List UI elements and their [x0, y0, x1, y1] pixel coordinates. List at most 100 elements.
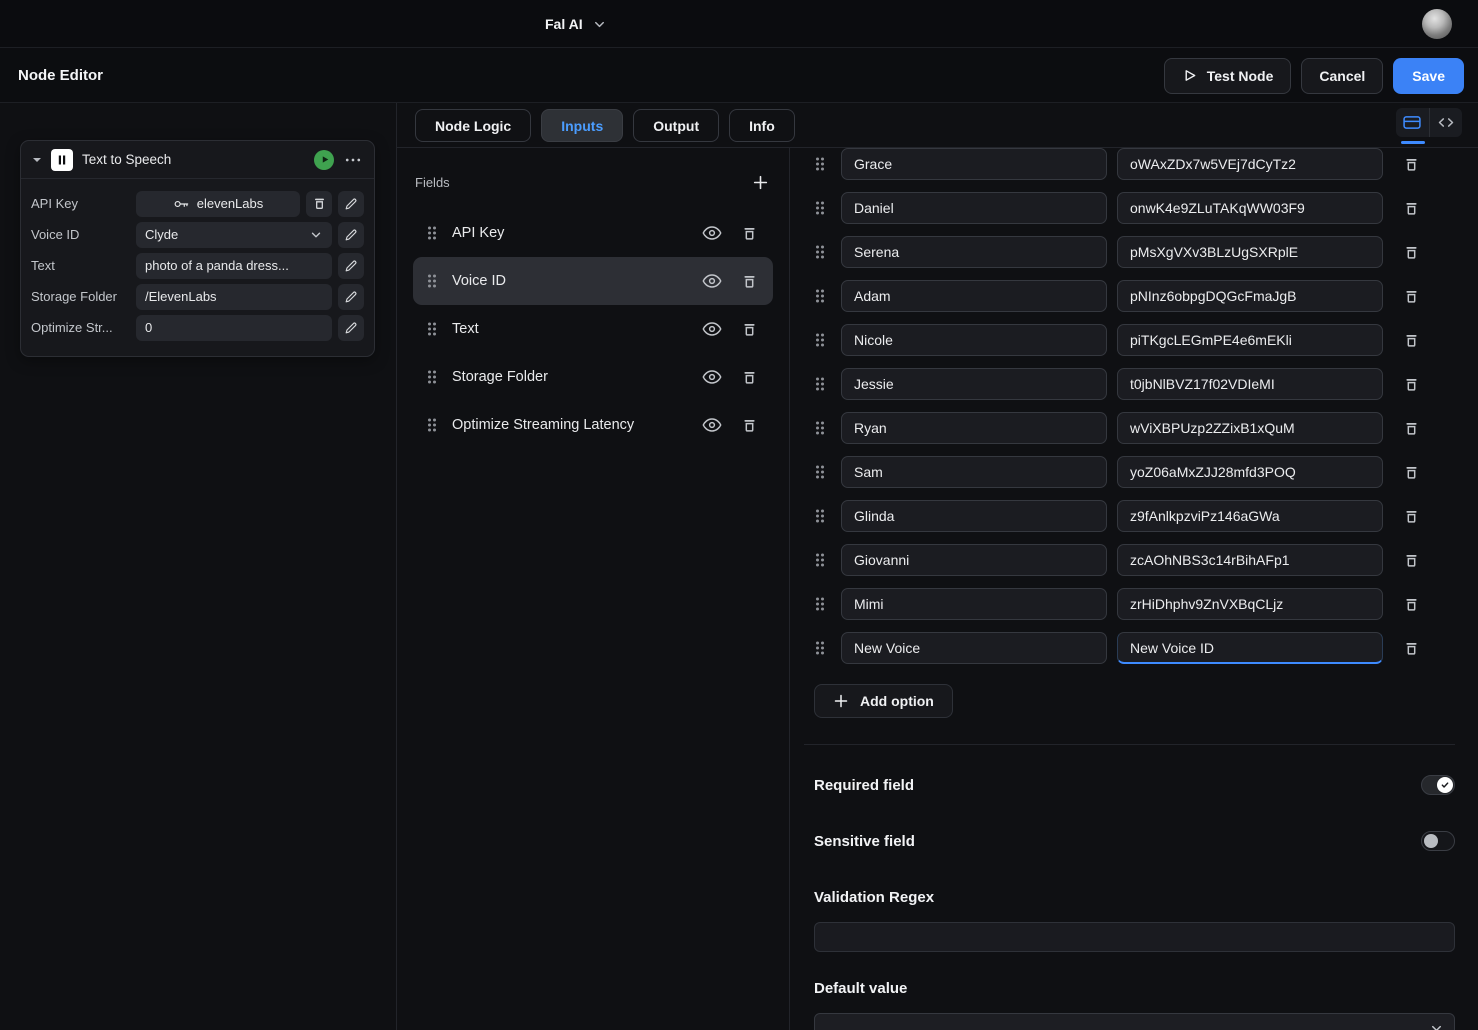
form-view-button[interactable] — [1396, 108, 1429, 137]
option-id-input[interactable] — [1117, 500, 1383, 532]
option-id-input[interactable] — [1117, 588, 1383, 620]
drag-handle-icon[interactable] — [814, 156, 826, 172]
option-name-input[interactable] — [841, 280, 1107, 312]
node-field-value[interactable]: Clyde — [136, 222, 332, 248]
drag-handle-icon[interactable] — [426, 417, 438, 433]
collapse-node-button[interactable] — [32, 157, 42, 163]
delete-option-button[interactable] — [1401, 418, 1422, 439]
toggle-visibility-button[interactable] — [699, 268, 725, 294]
field-row[interactable]: API Key — [413, 209, 773, 257]
drag-handle-icon[interactable] — [814, 244, 826, 260]
delete-option-button[interactable] — [1401, 462, 1422, 483]
node-field-value[interactable]: 0 — [136, 315, 332, 341]
drag-handle-icon[interactable] — [426, 273, 438, 289]
option-id-input[interactable] — [1117, 412, 1383, 444]
delete-field-button[interactable] — [739, 415, 760, 436]
field-row[interactable]: Optimize Streaming Latency — [413, 401, 773, 449]
option-id-input[interactable] — [1117, 148, 1383, 180]
option-name-input[interactable] — [841, 192, 1107, 224]
delete-option-button[interactable] — [1401, 638, 1422, 659]
drag-handle-icon[interactable] — [426, 369, 438, 385]
drag-handle-icon[interactable] — [814, 508, 826, 524]
delete-option-button[interactable] — [1401, 286, 1422, 307]
option-id-input[interactable] — [1117, 324, 1383, 356]
option-name-input[interactable] — [841, 632, 1107, 664]
delete-option-button[interactable] — [1401, 330, 1422, 351]
drag-handle-icon[interactable] — [814, 464, 826, 480]
delete-field-button[interactable] — [739, 367, 760, 388]
option-id-input[interactable] — [1117, 236, 1383, 268]
workspace-switcher[interactable]: Fal AI — [545, 0, 607, 48]
code-view-button[interactable] — [1429, 108, 1462, 137]
test-node-button[interactable]: Test Node — [1164, 58, 1292, 94]
save-button[interactable]: Save — [1393, 58, 1464, 94]
delete-option-button[interactable] — [1401, 242, 1422, 263]
node-field-value[interactable]: photo of a panda dress... — [136, 253, 332, 279]
editor-tab[interactable]: Output — [633, 109, 719, 142]
option-id-input[interactable] — [1117, 368, 1383, 400]
default-value-select[interactable] — [814, 1013, 1455, 1030]
option-name-input[interactable] — [841, 324, 1107, 356]
cancel-button[interactable]: Cancel — [1301, 58, 1383, 94]
edit-field-value-button[interactable] — [338, 191, 364, 217]
edit-field-value-button[interactable] — [338, 253, 364, 279]
add-option-button[interactable]: Add option — [814, 684, 953, 718]
option-name-input[interactable] — [841, 588, 1107, 620]
field-row[interactable]: Voice ID — [413, 257, 773, 305]
delete-field-value-button[interactable] — [306, 191, 332, 217]
option-name-input[interactable] — [841, 236, 1107, 268]
option-name-input[interactable] — [841, 412, 1107, 444]
option-name-input[interactable] — [841, 148, 1107, 180]
option-id-input[interactable] — [1117, 632, 1383, 664]
field-row[interactable]: Storage Folder — [413, 353, 773, 401]
option-name-input[interactable] — [841, 456, 1107, 488]
drag-handle-icon[interactable] — [814, 200, 826, 216]
drag-handle-icon[interactable] — [814, 376, 826, 392]
required-field-toggle[interactable] — [1421, 775, 1455, 795]
sensitive-field-toggle[interactable] — [1421, 831, 1455, 851]
delete-field-button[interactable] — [739, 223, 760, 244]
delete-option-button[interactable] — [1401, 550, 1422, 571]
validation-regex-input[interactable] — [814, 922, 1455, 952]
drag-handle-icon[interactable] — [426, 225, 438, 241]
node-field-value[interactable]: /ElevenLabs — [136, 284, 332, 310]
add-field-button[interactable] — [750, 172, 771, 193]
node-field-value[interactable]: elevenLabs — [136, 191, 300, 217]
drag-handle-icon[interactable] — [426, 321, 438, 337]
drag-handle-icon[interactable] — [814, 640, 826, 656]
edit-field-value-button[interactable] — [338, 284, 364, 310]
delete-option-button[interactable] — [1401, 594, 1422, 615]
delete-field-button[interactable] — [739, 271, 760, 292]
edit-field-value-button[interactable] — [338, 222, 364, 248]
option-id-input[interactable] — [1117, 456, 1383, 488]
editor-tab[interactable]: Node Logic — [415, 109, 531, 142]
toggle-visibility-button[interactable] — [699, 364, 725, 390]
toggle-visibility-button[interactable] — [699, 220, 725, 246]
delete-option-button[interactable] — [1401, 374, 1422, 395]
option-id-input[interactable] — [1117, 544, 1383, 576]
edit-field-value-button[interactable] — [338, 315, 364, 341]
option-id-input[interactable] — [1117, 280, 1383, 312]
drag-handle-icon[interactable] — [814, 332, 826, 348]
run-node-button[interactable] — [314, 150, 334, 170]
option-name-input[interactable] — [841, 544, 1107, 576]
option-id-input[interactable] — [1117, 192, 1383, 224]
node-card[interactable]: Text to Speech API Key elevenLabs — [20, 140, 375, 357]
toggle-visibility-button[interactable] — [699, 412, 725, 438]
drag-handle-icon[interactable] — [814, 420, 826, 436]
field-row[interactable]: Text — [413, 305, 773, 353]
delete-option-button[interactable] — [1401, 198, 1422, 219]
drag-handle-icon[interactable] — [814, 288, 826, 304]
option-name-input[interactable] — [841, 368, 1107, 400]
option-name-input[interactable] — [841, 500, 1107, 532]
editor-tab[interactable]: Inputs — [541, 109, 623, 142]
drag-handle-icon[interactable] — [814, 596, 826, 612]
toggle-visibility-button[interactable] — [699, 316, 725, 342]
user-avatar[interactable] — [1422, 9, 1452, 39]
node-menu-button[interactable] — [343, 156, 363, 164]
delete-option-button[interactable] — [1401, 154, 1422, 175]
delete-field-button[interactable] — [739, 319, 760, 340]
delete-option-button[interactable] — [1401, 506, 1422, 527]
drag-handle-icon[interactable] — [814, 552, 826, 568]
editor-tab[interactable]: Info — [729, 109, 795, 142]
